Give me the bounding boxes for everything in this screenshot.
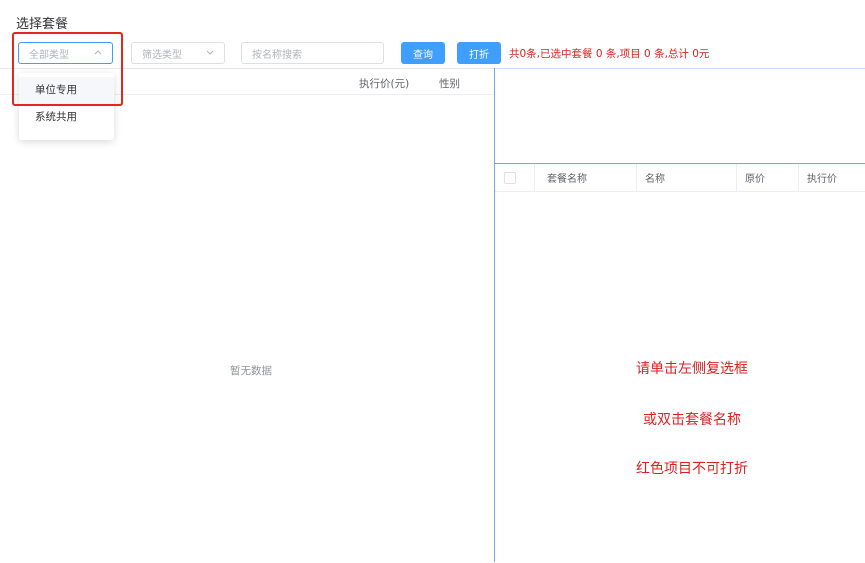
dropdown-option-system[interactable]: 系统共用 [19, 104, 114, 131]
type-dropdown-menu: 单位专用 系统共用 [19, 73, 114, 140]
page-title: 选择套餐 [16, 17, 69, 32]
dropdown-option-unit[interactable]: 单位专用 [19, 77, 114, 104]
summary-text: 共0条,已选中套餐 0 条,项目 0 条,总计 0元 [509, 48, 710, 60]
column-package-name: 套餐名称 [535, 164, 637, 191]
type-select[interactable]: 全部类型 [18, 42, 113, 64]
screen-type-select[interactable]: 筛选类型 [131, 42, 225, 64]
package-list-panel: 执行价(元) 性别 暂无数据 [0, 68, 494, 563]
type-select-placeholder: 全部类型 [29, 49, 69, 61]
select-all-checkbox[interactable] [504, 171, 516, 184]
chevron-up-icon [94, 50, 102, 55]
column-original-price: 原价 [737, 164, 799, 191]
screen-type-placeholder: 筛选类型 [142, 49, 182, 61]
chevron-down-icon [206, 50, 214, 55]
panel-divider [494, 68, 495, 562]
column-exec-price: 执行价(元) [359, 78, 410, 90]
select-all-cell [495, 164, 535, 191]
hint-line-3: 红色项目不可打折 [636, 461, 748, 477]
column-exec-price-right: 执行价 [807, 174, 837, 185]
fold-button[interactable]: 打折 [457, 42, 501, 64]
search-input[interactable]: 按名称搜索 [241, 42, 384, 64]
hint-line-2: 或双击套餐名称 [643, 412, 741, 428]
column-gender: 性别 [439, 78, 460, 90]
search-placeholder: 按名称搜索 [252, 49, 302, 61]
selected-table-header: 套餐名称 名称 原价 执行价 [495, 164, 865, 192]
empty-text: 暂无数据 [230, 365, 272, 377]
hint-line-1: 请单击左侧复选框 [636, 361, 748, 377]
query-button[interactable]: 查询 [401, 42, 445, 64]
right-top-border [495, 68, 865, 69]
column-name: 名称 [637, 164, 737, 191]
